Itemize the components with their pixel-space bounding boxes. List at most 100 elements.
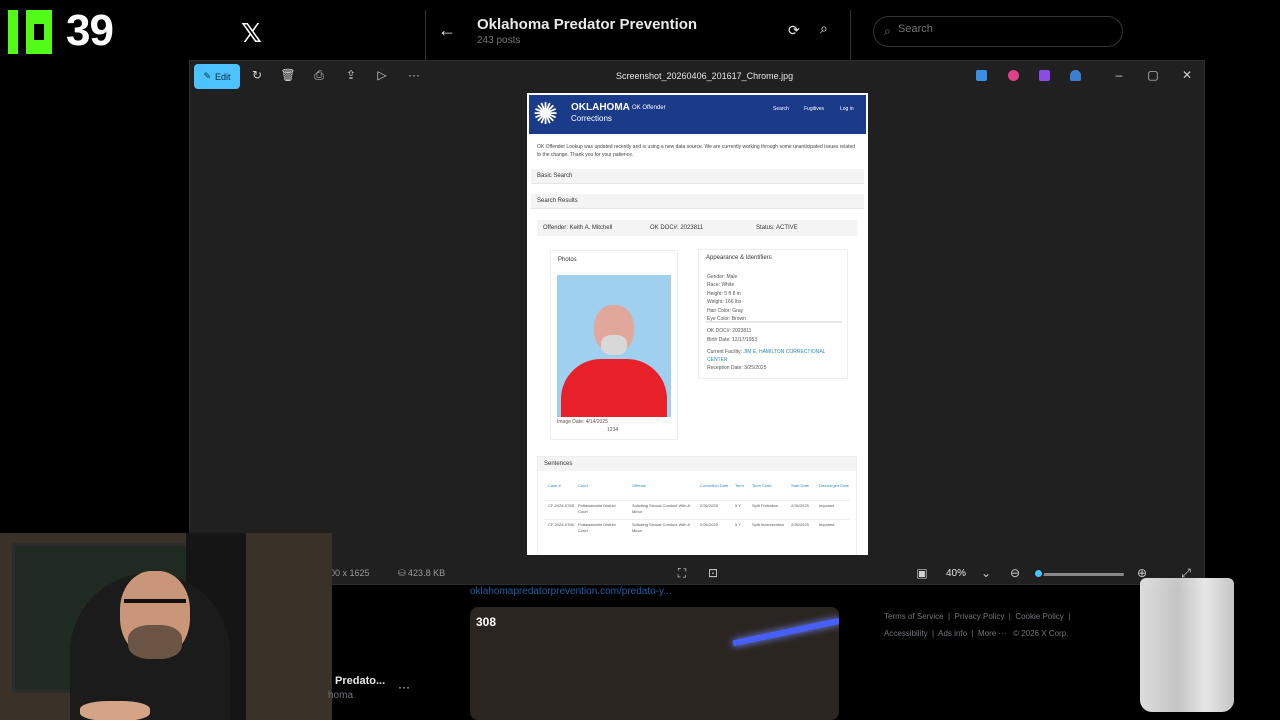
mugshot-beard xyxy=(601,335,627,355)
refresh-icon[interactable]: ⟳ xyxy=(788,22,800,39)
image-date: Image Date: 4/14/2025 xyxy=(557,419,608,425)
footer-more[interactable]: More ··· xyxy=(978,629,1006,638)
basic-search-header: Basic Search xyxy=(531,169,864,184)
back-arrow-icon[interactable]: ← xyxy=(438,20,456,41)
designer-app-icon[interactable] xyxy=(976,70,987,81)
rotate-icon[interactable]: ↻ xyxy=(249,68,265,82)
cell-court: Pottawatomie District Court xyxy=(578,503,616,514)
webcam-hand xyxy=(80,701,150,720)
actual-size-icon[interactable]: ▣ xyxy=(914,566,930,580)
x-logo-icon[interactable]: 𝕏 xyxy=(241,18,262,49)
footer-privacy[interactable]: Privacy Policy xyxy=(955,612,1005,621)
mugshot-image xyxy=(557,275,671,417)
ident-height: Height: 5 ft 8 in xyxy=(707,291,741,297)
brand-sub: Corrections xyxy=(571,114,612,123)
edit-button[interactable]: ✎ Edit xyxy=(194,64,240,89)
footer-links: Terms of Service | Privacy Policy | Cook… xyxy=(884,612,1071,638)
close-icon[interactable]: ✕ xyxy=(1178,68,1196,82)
identifiers-card: Appearance & Identifiers Gender: Male Ra… xyxy=(698,249,848,379)
cell-start-date: 2/26/2025 xyxy=(791,503,809,508)
more-options-icon[interactable]: ··· xyxy=(406,68,422,82)
file-size-icon: ⛁ xyxy=(398,568,409,578)
zoom-level[interactable]: 40% xyxy=(946,568,966,579)
cell-case: CF-2024-0765 xyxy=(548,503,574,508)
video-led-strip xyxy=(732,617,839,647)
doc-navbar: ✺ OKLAHOMA Corrections OK Offender Searc… xyxy=(529,95,866,134)
viewer-count: 39 xyxy=(66,6,114,55)
slideshow-icon[interactable]: ▷ xyxy=(374,68,390,82)
webcam-glasses xyxy=(124,599,186,611)
sentences-card: Sentences Case # Court Offense Convictio… xyxy=(537,456,857,555)
zoom-slider[interactable] xyxy=(1034,573,1124,576)
profile-title: Oklahoma Predator Prevention xyxy=(477,16,698,33)
footer-accessibility[interactable]: Accessibility xyxy=(884,629,928,638)
footer-terms[interactable]: Terms of Service xyxy=(884,612,944,621)
edit-label: Edit xyxy=(215,71,231,82)
col-case: Case # xyxy=(548,483,561,488)
cell-case: CF-2024-0766 xyxy=(548,522,574,527)
delete-icon[interactable]: 🗑 xyxy=(280,68,296,82)
cell-term-code: Split Incarceration xyxy=(752,522,785,527)
chevron-down-icon[interactable]: ⌄ xyxy=(978,566,994,580)
maximize-icon[interactable]: ▢ xyxy=(1144,68,1162,82)
print-icon[interactable]: ⎙ xyxy=(311,68,327,83)
nav-link-login: Log in xyxy=(840,106,854,112)
footer-cookie[interactable]: Cookie Policy xyxy=(1015,612,1063,621)
corrections-star-logo: ✺ xyxy=(533,98,559,131)
clipchamp-app-icon[interactable] xyxy=(1039,70,1050,81)
text-scan-icon[interactable]: ⊡ xyxy=(705,566,721,580)
cell-court: Pottawatomie District Court xyxy=(578,522,616,533)
file-size: ⛁ 423.8 KB xyxy=(398,568,445,579)
webcam-beard xyxy=(128,625,182,659)
sidebar-profile-handle: homa xyxy=(328,690,354,701)
share-icon[interactable]: ⇪ xyxy=(343,68,359,82)
edit-icon: ✎ xyxy=(203,71,212,81)
cell-discharged: Imposed xyxy=(819,503,835,508)
ident-race: Race: White xyxy=(707,282,735,288)
col-discharged: Discharged Date xyxy=(819,483,849,488)
sidebar-profile-name[interactable]: Predato... xyxy=(335,675,385,687)
offender-doc-number: OK DOC#: 2023811 xyxy=(650,225,704,231)
file-size-value: 423.8 KB xyxy=(408,568,446,578)
col-term-code: Term Code xyxy=(752,483,772,488)
row-divider xyxy=(544,519,850,520)
document-image: ✺ OKLAHOMA Corrections OK Offender Searc… xyxy=(527,93,868,555)
minimize-icon[interactable]: – xyxy=(1110,68,1128,82)
post-video[interactable]: 308 xyxy=(470,607,839,720)
profile-header: ← Oklahoma Predator Prevention 243 posts… xyxy=(425,10,851,60)
kick-logo xyxy=(8,10,52,54)
sentences-title: Sentences xyxy=(538,457,856,471)
offender-summary: Offender: Keith A. Mitchell OK DOC#: 202… xyxy=(537,220,857,236)
crop-scan-icon[interactable]: ⛶ xyxy=(674,566,690,581)
search-box[interactable]: ⌕ xyxy=(873,16,1123,47)
col-start-date: Start Date xyxy=(791,483,810,488)
video-count: 308 xyxy=(476,615,497,629)
cell-offense: Soliciting Sexual Conduct With A Minor xyxy=(632,522,690,533)
copilot-app-icon[interactable] xyxy=(1008,70,1019,81)
photo-viewer-window: ✎ Edit ↻ 🗑 ⎙ ⇪ ▷ ··· Screenshot_20260406… xyxy=(189,60,1205,585)
mugshot-shirt xyxy=(561,359,667,417)
cell-conviction: 2/26/2025 xyxy=(700,522,718,527)
ident-birth-date: Birth Date: 12/17/1953 xyxy=(707,337,758,343)
photos-card: Photos Image Date: 4/14/2025 1234 xyxy=(550,250,678,440)
zoom-out-icon[interactable]: ⊖ xyxy=(1007,566,1023,580)
nav-title: OK Offender xyxy=(632,105,666,111)
post-link[interactable]: oklahomapredatorprevention.com/predato-y… xyxy=(470,586,672,597)
image-dimensions: 00 x 1625 xyxy=(330,568,370,578)
facility-label: Current Facility: xyxy=(707,349,743,355)
zoom-slider-thumb[interactable] xyxy=(1033,568,1044,579)
cell-conviction: 2/26/2025 xyxy=(700,503,718,508)
onedrive-icon[interactable] xyxy=(1070,70,1081,81)
photos-title: Photos xyxy=(558,257,577,263)
search-icon[interactable]: ⌕ xyxy=(820,20,828,37)
nav-link-fugitives: Fugitives xyxy=(804,106,825,112)
more-options-icon[interactable]: ··· xyxy=(398,680,410,694)
ident-doc: OK DOC#: 2023811 xyxy=(707,328,752,334)
row-divider xyxy=(544,500,850,501)
search-input[interactable] xyxy=(898,23,1108,35)
image-number: 1234 xyxy=(607,427,619,433)
identifiers-title: Appearance & Identifiers xyxy=(706,255,772,261)
footer-ads[interactable]: Ads info xyxy=(938,629,967,638)
col-term: Term xyxy=(735,483,744,488)
webcam-overlay xyxy=(0,533,332,720)
